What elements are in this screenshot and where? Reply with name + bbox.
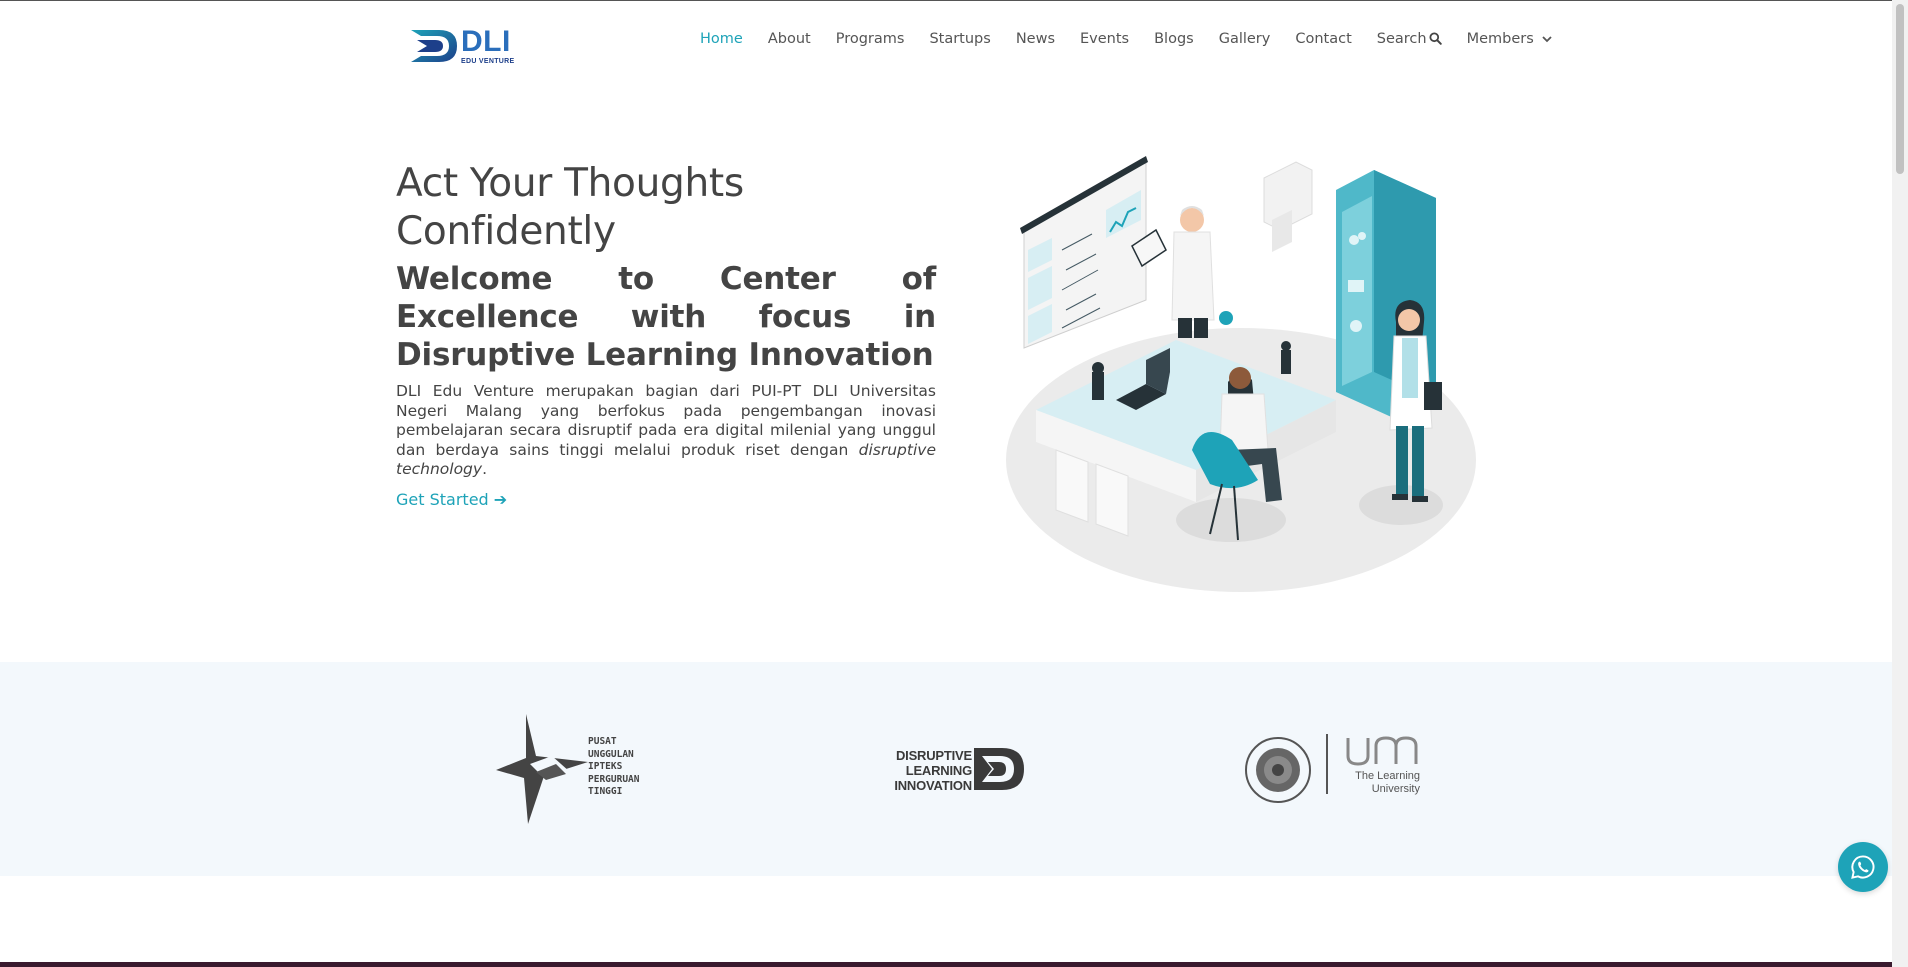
nav-blogs[interactable]: Blogs	[1154, 31, 1194, 47]
main-nav: Home About Programs Startups News Events…	[700, 31, 1577, 47]
page-scrollbar[interactable]	[1892, 0, 1908, 967]
um-divider	[1326, 734, 1328, 794]
hero-title: Act Your Thoughts Confidently	[396, 161, 744, 254]
um-seal-icon	[1245, 737, 1311, 803]
hero-section: Act Your Thoughts Confidently Welcome to…	[396, 160, 936, 510]
hero-description-end: .	[482, 460, 488, 478]
whatsapp-icon	[1851, 855, 1875, 879]
nav-programs[interactable]: Programs	[836, 31, 905, 47]
hero-description-text: DLI Edu Venture merupakan bagian dari PU…	[396, 382, 936, 459]
nav-events[interactable]: Events	[1080, 31, 1129, 47]
um-tagline: The Learning University	[1355, 770, 1420, 795]
logo-mark-icon	[411, 30, 457, 62]
footer-top-edge	[0, 962, 1892, 967]
pui-pt-logo: PUSAT UNGGULAN IPTEKS PERGURUAN TINGGI	[496, 712, 646, 827]
chevron-down-icon	[1542, 36, 1552, 43]
nav-members-label: Members	[1466, 31, 1534, 47]
nav-contact[interactable]: Contact	[1295, 31, 1351, 47]
hero-subtitle: Welcome to Center of Excellence with foc…	[396, 261, 936, 373]
partners-band: PUSAT UNGGULAN IPTEKS PERGURUAN TINGGI D…	[0, 662, 1892, 876]
nav-home[interactable]: Home	[700, 31, 743, 47]
dli-logo-text: DISRUPTIVE LEARNING INNOVATION	[894, 748, 972, 793]
get-started-link[interactable]: Get Started ➔	[396, 490, 507, 509]
star-mortarboard-icon	[496, 714, 588, 824]
hero-description: DLI Edu Venture merupakan bagian dari PU…	[396, 382, 936, 480]
site-header: DLI EDU VENTURE Home About Programs Star…	[0, 1, 1892, 83]
nav-about[interactable]: About	[768, 31, 811, 47]
pui-pt-logo-text: PUSAT UNGGULAN IPTEKS PERGURUAN TINGGI	[588, 736, 640, 797]
whatsapp-button[interactable]	[1838, 842, 1888, 892]
nav-search[interactable]: Search	[1377, 31, 1442, 47]
search-icon	[1429, 32, 1442, 45]
nav-members-dropdown[interactable]: Members	[1467, 31, 1552, 47]
nav-search-label: Search	[1376, 31, 1427, 47]
logo-subtext: EDU VENTURE	[461, 58, 515, 65]
laboratory-illustration	[996, 150, 1476, 600]
site-logo[interactable]: DLI EDU VENTURE	[409, 23, 519, 69]
nav-gallery[interactable]: Gallery	[1219, 31, 1271, 47]
nav-news[interactable]: News	[1016, 31, 1055, 47]
nav-startups[interactable]: Startups	[929, 31, 990, 47]
logo-text: DLI	[461, 25, 511, 58]
um-logo: The Learning University	[1244, 732, 1424, 804]
scrollbar-thumb[interactable]	[1896, 4, 1904, 174]
dli-logo: DISRUPTIVE LEARNING INNOVATION	[876, 742, 1026, 798]
dli-mark-icon	[974, 748, 1024, 790]
um-wordmark-icon	[1346, 736, 1418, 766]
